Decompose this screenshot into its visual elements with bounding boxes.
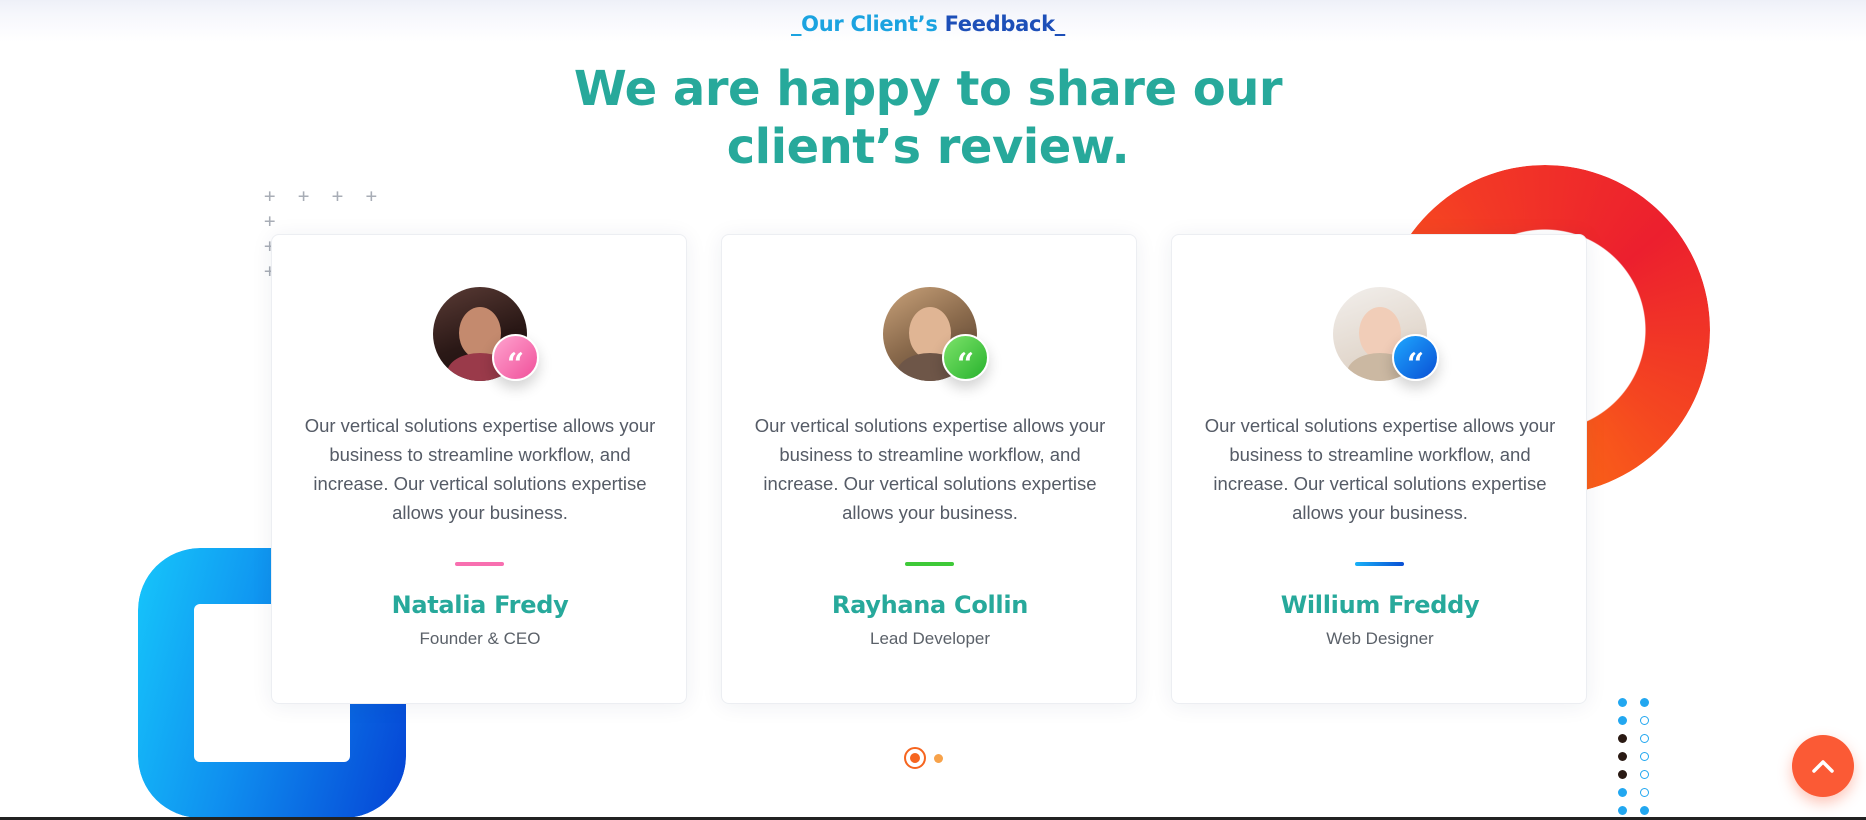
client-name: Willium Freddy: [1280, 591, 1480, 619]
accent-divider: [1355, 562, 1404, 566]
testimonial-text: Our vertical solutions expertise allows …: [754, 415, 1106, 523]
client-name: Natalia Fredy: [391, 591, 569, 619]
testimonial-text: Our vertical solutions expertise allows …: [304, 415, 656, 523]
accent-divider: [455, 562, 504, 566]
quote-icon: “: [492, 334, 539, 382]
testimonial-card: “ Our vertical solutions expertise allow…: [721, 234, 1137, 704]
avatar-wrapper: “: [1333, 287, 1439, 382]
dot: [1618, 788, 1627, 797]
accent-divider: [905, 562, 954, 566]
dot: [1618, 698, 1627, 707]
dot: [1640, 806, 1649, 815]
dot: [1640, 770, 1649, 779]
quote-glyph: “: [956, 347, 975, 382]
testimonial-text: Our vertical solutions expertise allows …: [1204, 415, 1556, 523]
dot: [1618, 770, 1627, 779]
dot: [1640, 698, 1649, 707]
client-name: Rayhana Collin: [831, 591, 1029, 619]
dot: [1618, 716, 1627, 725]
quote-icon: “: [1392, 334, 1439, 382]
dot: [1618, 734, 1627, 743]
quote-glyph: “: [506, 347, 525, 382]
dot: [1618, 806, 1627, 815]
avatar-wrapper: “: [883, 287, 989, 382]
avatar-wrapper: “: [433, 287, 539, 382]
section-heading: We are happy to share our client’s revie…: [0, 60, 1856, 176]
client-role: Founder & CEO: [419, 629, 541, 648]
pagination-dot-active[interactable]: [904, 747, 926, 769]
testimonial-card: “ Our vertical solutions expertise allow…: [1171, 234, 1587, 704]
subtitle-part-2: Feedback_: [944, 12, 1066, 36]
dot: [1640, 734, 1649, 743]
quote-icon: “: [942, 334, 989, 382]
testimonial-card: “ Our vertical solutions expertise allow…: [271, 234, 687, 704]
plus-row: + + + + +: [264, 185, 383, 232]
dot: [1640, 788, 1649, 797]
quote-glyph: “: [1406, 347, 1425, 382]
client-role: Web Designer: [1326, 629, 1434, 648]
section-subtitle: _Our Client’s Feedback_: [0, 12, 1856, 36]
dot: [1640, 716, 1649, 725]
dot: [1640, 752, 1649, 761]
subtitle-part-1: _Our Client’s: [790, 12, 945, 36]
client-role: Lead Developer: [869, 629, 991, 648]
heading-line-1: We are happy to share our: [573, 61, 1283, 117]
dot: [1618, 752, 1627, 761]
chevron-up-icon: [1812, 760, 1834, 773]
dot-pattern-decoration: [1618, 698, 1658, 816]
pagination-dot[interactable]: [934, 754, 943, 763]
pagination-dot-core: [910, 753, 920, 763]
scroll-to-top-button[interactable]: [1792, 735, 1854, 797]
